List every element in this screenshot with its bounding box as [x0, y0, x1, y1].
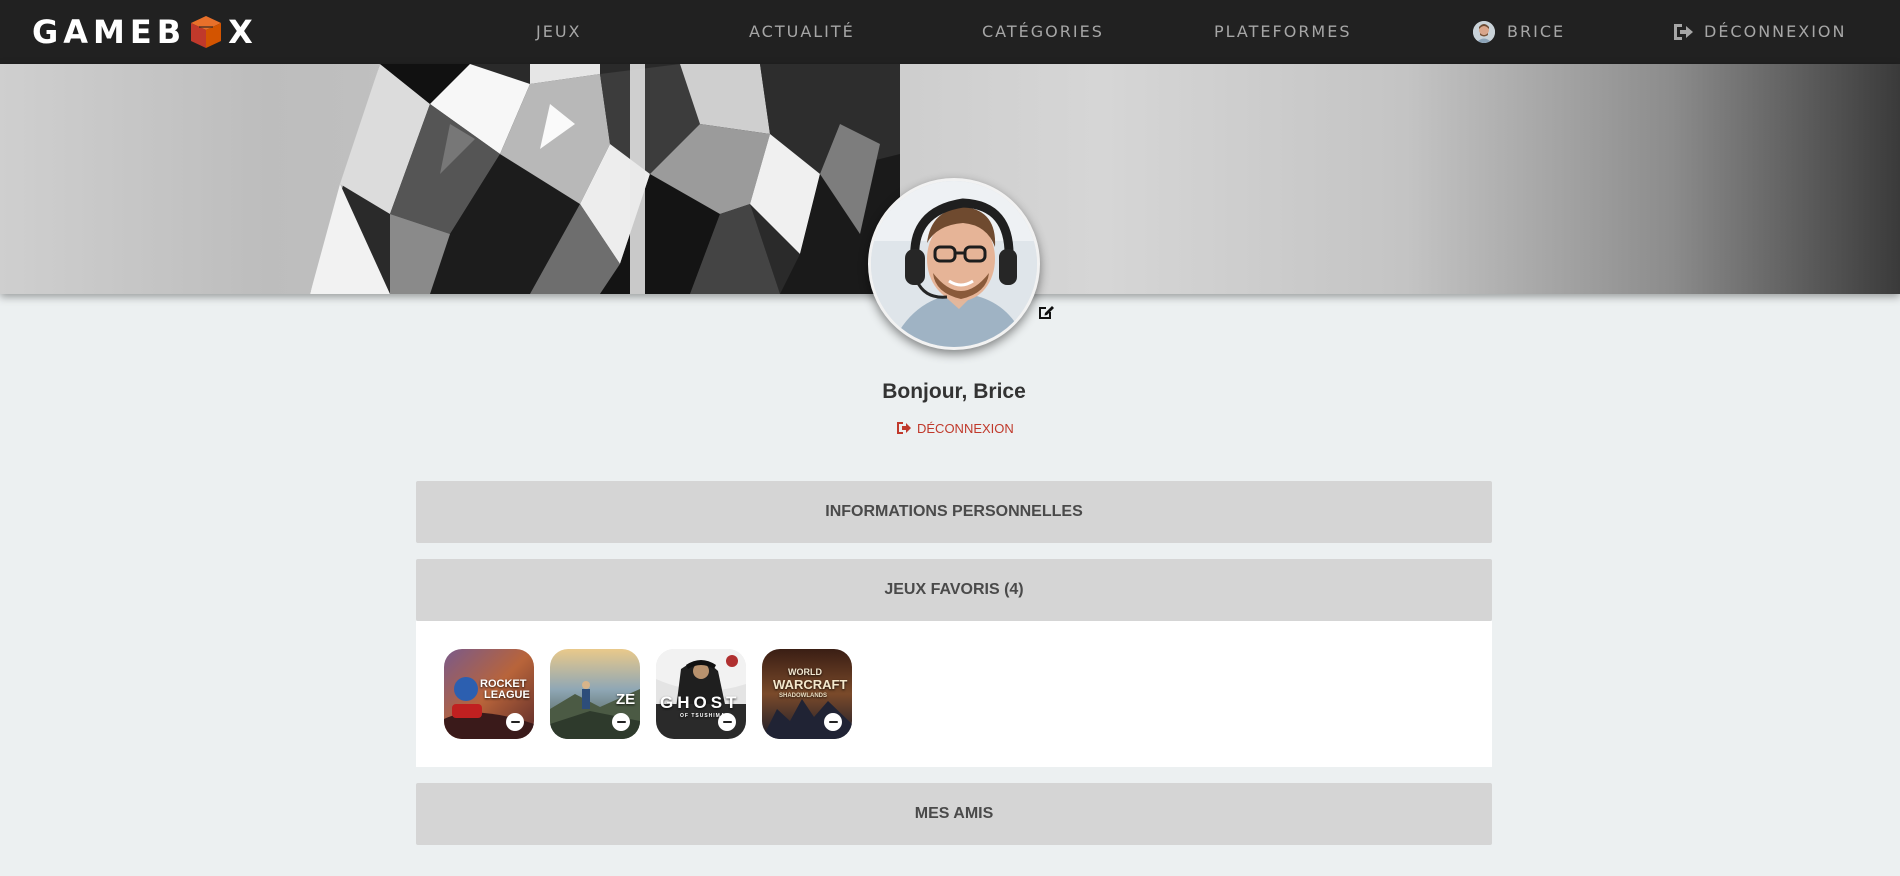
panel-personal-info-header[interactable]: INFORMATIONS PERSONNELLES [416, 481, 1492, 543]
rocket-league-title-line2: LEAGUE [484, 689, 530, 701]
minus-circle-icon [828, 720, 838, 724]
zelda-title-partial: ZE [616, 691, 636, 708]
profile-logout-link[interactable]: DÉCONNEXION [896, 418, 1014, 438]
panel-favorites-header[interactable]: JEUX FAVORIS (4) [416, 559, 1492, 621]
favorite-game-zelda[interactable]: ZE [550, 649, 640, 739]
app-logo[interactable]: GAMEB X [32, 12, 258, 52]
remove-favorite-button[interactable] [718, 713, 736, 731]
minus-circle-icon [616, 720, 626, 724]
nav-user-label: BRICE [1507, 22, 1566, 41]
nav-item-plateformes[interactable]: PLATEFORMES [1214, 18, 1352, 46]
remove-favorite-button[interactable] [506, 713, 524, 731]
minus-circle-icon [722, 720, 732, 724]
nav-item-actualite[interactable]: ACTUALITÉ [749, 18, 855, 46]
sign-out-icon [1674, 24, 1693, 40]
wow-title-shadowlands: SHADOWLANDS [779, 693, 827, 699]
remove-favorite-button[interactable] [612, 713, 630, 731]
favorite-game-ghost-of-tsushima[interactable]: GHOST OF TSUSHIMA [656, 649, 746, 739]
nav-logout[interactable]: DÉCONNEXION [1672, 18, 1846, 46]
remove-favorite-button[interactable] [824, 713, 842, 731]
user-avatar-small [1473, 21, 1495, 43]
nav-user-menu[interactable]: BRICE [1473, 18, 1565, 46]
wow-title-warcraft: WARCRAFT [773, 677, 848, 692]
cover-shards-art [310, 64, 900, 294]
panel-friends-header[interactable]: MES AMIS [416, 783, 1492, 845]
wow-title-world: WORLD [788, 667, 822, 677]
nav-logout-label: DÉCONNEXION [1704, 22, 1847, 41]
favorite-game-world-of-warcraft[interactable]: WORLD WARCRAFT SHADOWLANDS [762, 649, 852, 739]
cube-box-icon [191, 16, 222, 48]
sign-out-icon [897, 422, 911, 434]
navbar: GAMEB X JEUX ACTUALITÉ CATÉGORIES PLATEF… [0, 0, 1900, 64]
ghost-title: GHOST [660, 693, 741, 712]
profile-logout-label: DÉCONNEXION [917, 420, 1014, 436]
logo-text-left: GAMEB [32, 13, 187, 51]
minus-circle-icon [510, 720, 520, 724]
logo-text-right: X [228, 13, 258, 51]
favorite-game-rocket-league[interactable]: ROCKET LEAGUE [444, 649, 534, 739]
nav-item-categories[interactable]: CATÉGORIES [982, 18, 1104, 46]
favorites-panel-body: ROCKET LEAGUE ZE GHOST OF TSUSHIMA WORLD… [416, 621, 1492, 767]
rocket-league-title-line1: ROCKET [480, 678, 527, 690]
profile-avatar [868, 178, 1040, 350]
edit-icon[interactable] [1036, 302, 1056, 322]
profile-greeting: Bonjour, Brice [882, 380, 1026, 403]
nav-item-jeux[interactable]: JEUX [536, 18, 582, 46]
